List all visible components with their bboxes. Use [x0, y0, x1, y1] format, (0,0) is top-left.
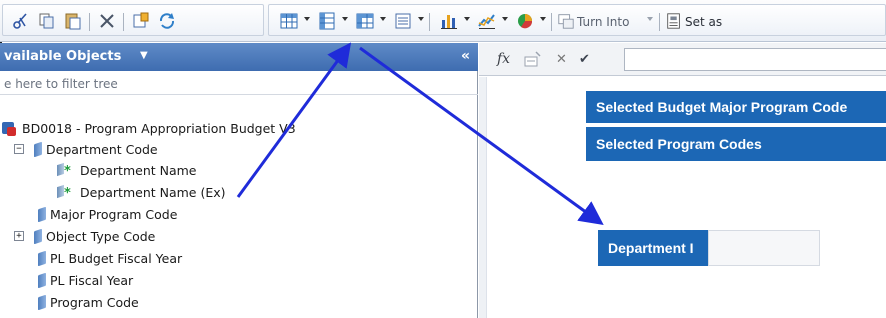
chevron-down-icon[interactable] — [342, 17, 348, 21]
filter-tree-input[interactable]: e here to filter tree — [0, 73, 478, 95]
tree-item-label: PL Budget Fiscal Year — [50, 250, 183, 266]
chevron-down-icon[interactable] — [540, 17, 546, 21]
toolbar-separator — [659, 13, 660, 31]
crosstab-icon[interactable] — [355, 11, 375, 31]
hierarchy-icon — [38, 250, 46, 266]
tree-item-label: PL Fiscal Year — [50, 272, 134, 288]
edit-toolbar-group — [2, 4, 264, 36]
form-icon[interactable] — [393, 11, 413, 31]
tree-item-label: Major Program Code — [50, 206, 178, 222]
tree-item-pl-fiscal-year[interactable]: PL Fiscal Year — [38, 270, 133, 290]
line-chart-icon[interactable] — [477, 11, 497, 31]
vertical-table-icon[interactable] — [279, 11, 299, 31]
chevron-down-icon[interactable] — [464, 17, 470, 21]
filter-cell-budget-major-program-code[interactable]: Selected Budget Major Program Code — [586, 91, 886, 123]
formula-editor-icon[interactable] — [524, 51, 542, 67]
chevron-down-icon[interactable] — [418, 17, 424, 21]
pie-chart-icon[interactable] — [515, 11, 535, 31]
hierarchy-icon — [38, 272, 46, 288]
tree-item-pl-budget-fiscal-year[interactable]: PL Budget Fiscal Year — [38, 248, 182, 268]
chevron-down-icon[interactable]: ▼ — [140, 50, 148, 61]
tree-item-program-code[interactable]: Program Code — [38, 292, 139, 312]
collapse-icon[interactable]: − — [14, 144, 24, 154]
toolbar-separator — [551, 13, 552, 31]
tree-item-label: Department Code — [46, 141, 158, 157]
toolbar: Turn Into Set as — [0, 0, 886, 42]
universe-icon — [2, 120, 18, 136]
copy-icon[interactable] — [37, 11, 57, 31]
tree-item-department-code[interactable]: − Department Code — [14, 139, 158, 159]
table-header-department[interactable]: Department I — [598, 230, 708, 266]
tree-item-label: Object Type Code — [46, 228, 156, 244]
cut-icon[interactable] — [11, 11, 31, 31]
tree-item-label: Program Code — [50, 294, 139, 310]
report-canvas: Selected Budget Major Program Code Selec… — [479, 77, 886, 318]
dimension-icon: * — [56, 162, 76, 178]
hierarchy-icon — [38, 294, 46, 310]
tree-root-universe[interactable]: BD0018 - Program Appropriation Budget V3 — [2, 118, 296, 138]
toolbar-separator — [123, 13, 124, 31]
available-objects-header: vailable Objects ▼ « — [0, 43, 478, 71]
formula-bar: fx ✕ ✔ — [479, 43, 886, 76]
tree-item-label: BD0018 - Program Appropriation Budget V3 — [22, 120, 296, 136]
tree-item-department-name[interactable]: * Department Name — [56, 160, 197, 180]
validate-formula-icon[interactable]: ✔ — [579, 52, 590, 67]
toolbar-separator — [89, 13, 90, 31]
hierarchy-icon — [34, 141, 42, 157]
tree-item-major-program-code[interactable]: Major Program Code — [38, 204, 177, 224]
tree-item-department-name-ex[interactable]: * Department Name (Ex) — [56, 182, 226, 202]
available-objects-panel: vailable Objects ▼ « e here to filter tr… — [0, 43, 478, 318]
hierarchy-icon — [38, 206, 46, 222]
fx-icon[interactable]: fx — [497, 51, 510, 67]
chevron-down-icon[interactable] — [647, 17, 653, 21]
collapse-panel-icon[interactable]: « — [461, 48, 470, 64]
tree-item-label: Department Name (Ex) — [80, 184, 226, 200]
chevron-down-icon[interactable] — [502, 17, 508, 21]
delete-icon[interactable] — [97, 11, 117, 31]
paste-icon[interactable] — [63, 11, 83, 31]
formula-input[interactable] — [624, 48, 886, 71]
filter-cell-program-codes[interactable]: Selected Program Codes — [586, 127, 886, 161]
cancel-formula-icon[interactable]: ✕ — [556, 52, 567, 67]
hierarchy-icon — [34, 228, 42, 244]
set-as-icon[interactable] — [665, 11, 683, 31]
canvas-margin — [479, 77, 487, 318]
format-painter-icon[interactable] — [131, 11, 151, 31]
horizontal-table-icon[interactable] — [317, 11, 337, 31]
chevron-down-icon[interactable] — [304, 17, 310, 21]
table-header-empty-cell[interactable] — [708, 230, 820, 266]
chevron-down-icon[interactable] — [380, 17, 386, 21]
set-as-label[interactable]: Set as — [685, 15, 722, 29]
filter-placeholder: e here to filter tree — [4, 77, 118, 91]
turn-into-icon[interactable] — [557, 11, 575, 31]
refresh-icon[interactable] — [157, 11, 177, 31]
bar-chart-icon[interactable] — [439, 11, 459, 31]
tree-item-label: Department Name — [80, 162, 197, 178]
expand-icon[interactable]: + — [14, 231, 24, 241]
panel-title[interactable]: vailable Objects — [4, 49, 121, 64]
tree-item-object-type-code[interactable]: + Object Type Code — [14, 226, 155, 246]
toolbar-separator — [429, 13, 430, 31]
report-toolbar-group: Turn Into Set as — [268, 4, 886, 36]
turn-into-label[interactable]: Turn Into — [577, 15, 629, 29]
dimension-icon: * — [56, 184, 76, 200]
